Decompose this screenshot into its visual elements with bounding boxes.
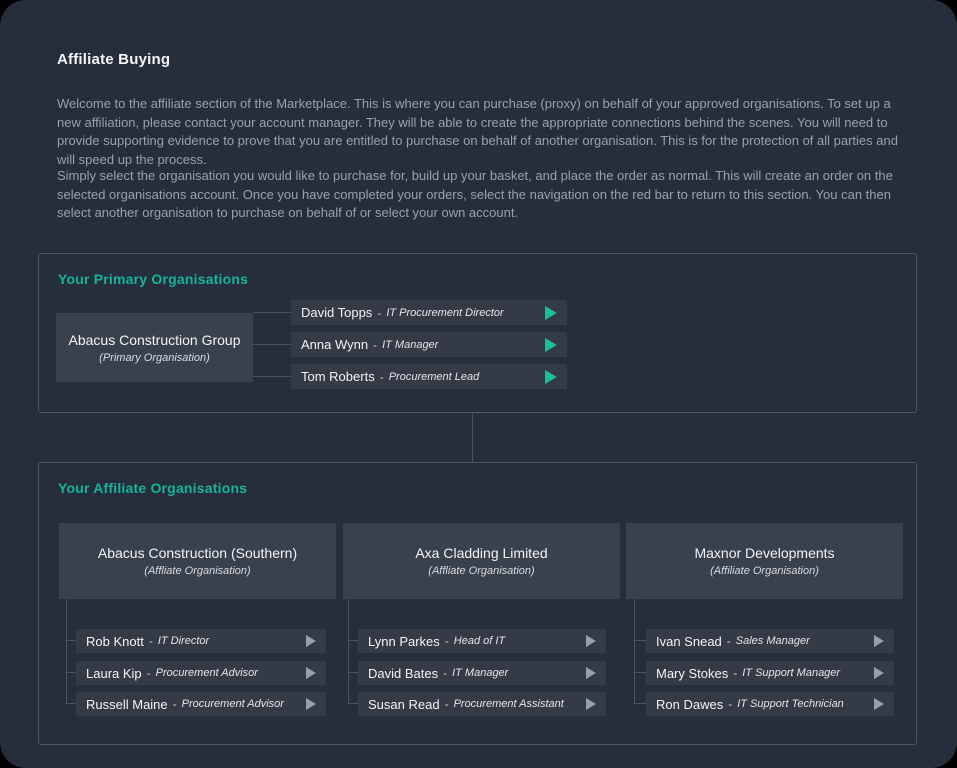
panel-connector-line (472, 412, 473, 462)
person-name: Ivan Snead (656, 634, 722, 649)
person-row[interactable]: Lynn Parkes - Head of IT (358, 629, 606, 653)
page-title: Affiliate Buying (57, 51, 170, 68)
person-separator: - (373, 338, 377, 352)
person-row[interactable]: David Topps - IT Procurement Director (291, 300, 567, 325)
connector-line (634, 672, 646, 673)
person-name: David Bates (368, 666, 438, 681)
person-name: Ron Dawes (656, 697, 723, 712)
connector-line (66, 703, 76, 704)
connector-line (348, 672, 358, 673)
person-role: IT Support Technician (737, 698, 844, 710)
proxy-select-arrow-icon[interactable] (545, 370, 557, 384)
affiliate-organisation-card: Abacus Construction (Southern) (Affliate… (59, 523, 336, 599)
connector-line (634, 640, 646, 641)
organisation-subtitle: (Affliate Organisation) (428, 565, 534, 577)
person-separator: - (380, 370, 384, 384)
person-role: IT Manager (382, 339, 438, 351)
person-name: David Topps (301, 305, 372, 320)
person-role: Procurement Assistant (454, 698, 564, 710)
affiliate-buying-page: Affiliate Buying Welcome to the affiliat… (0, 0, 957, 768)
proxy-select-arrow-icon[interactable] (874, 635, 884, 647)
connector-spine (66, 599, 67, 704)
person-row[interactable]: Susan Read - Procurement Assistant (358, 692, 606, 716)
person-role: Sales Manager (736, 635, 810, 647)
connector-spine (348, 599, 349, 704)
intro-paragraph-1: Welcome to the affiliate section of the … (57, 95, 908, 169)
person-name: Rob Knott (86, 634, 144, 649)
primary-organisation-card: Abacus Construction Group (Primary Organ… (56, 313, 253, 382)
person-row[interactable]: Ron Dawes - IT Support Technician (646, 692, 894, 716)
person-row[interactable]: Rob Knott - IT Director (76, 629, 326, 653)
person-row[interactable]: Tom Roberts - Procurement Lead (291, 364, 567, 389)
connector-line (66, 640, 76, 641)
person-role: Procurement Lead (389, 371, 480, 383)
person-role: IT Manager (452, 667, 508, 679)
person-row[interactable]: David Bates - IT Manager (358, 661, 606, 685)
intro-paragraph-2: Simply select the organisation you would… (57, 167, 908, 223)
person-name: Tom Roberts (301, 369, 375, 384)
person-separator: - (445, 697, 449, 711)
person-separator: - (733, 666, 737, 680)
person-role: IT Support Manager (742, 667, 840, 679)
person-separator: - (147, 666, 151, 680)
connector-line (253, 312, 291, 313)
person-role: Head of IT (454, 635, 505, 647)
primary-organisations-panel: Your Primary Organisations Abacus Constr… (38, 253, 917, 413)
person-row[interactable]: Laura Kip - Procurement Advisor (76, 661, 326, 685)
person-separator: - (173, 697, 177, 711)
organisation-subtitle: (Affiliate Organisation) (710, 565, 819, 577)
proxy-select-arrow-icon[interactable] (545, 306, 557, 320)
person-name: Laura Kip (86, 666, 142, 681)
primary-section-heading: Your Primary Organisations (58, 271, 248, 287)
proxy-select-arrow-icon[interactable] (306, 635, 316, 647)
connector-line (66, 672, 76, 673)
person-separator: - (727, 634, 731, 648)
person-row[interactable]: Mary Stokes - IT Support Manager (646, 661, 894, 685)
person-separator: - (445, 634, 449, 648)
proxy-select-arrow-icon[interactable] (586, 635, 596, 647)
person-separator: - (377, 306, 381, 320)
person-separator: - (149, 634, 153, 648)
person-name: Susan Read (368, 697, 440, 712)
organisation-name: Axa Cladding Limited (415, 545, 547, 561)
connector-line (634, 703, 646, 704)
person-name: Mary Stokes (656, 666, 728, 681)
person-role: Procurement Advisor (182, 698, 284, 710)
affiliate-section-heading: Your Affiliate Organisations (58, 480, 247, 496)
person-row[interactable]: Anna Wynn - IT Manager (291, 332, 567, 357)
person-role: IT Director (158, 635, 209, 647)
proxy-select-arrow-icon[interactable] (306, 698, 316, 710)
connector-line (253, 376, 291, 377)
person-separator: - (728, 697, 732, 711)
connector-line (348, 703, 358, 704)
connector-line (348, 640, 358, 641)
proxy-select-arrow-icon[interactable] (874, 667, 884, 679)
connector-line (253, 344, 291, 345)
proxy-select-arrow-icon[interactable] (306, 667, 316, 679)
organisation-subtitle: (Primary Organisation) (99, 352, 210, 364)
organisation-name: Abacus Construction (Southern) (98, 545, 297, 561)
person-name: Anna Wynn (301, 337, 368, 352)
person-name: Lynn Parkes (368, 634, 440, 649)
proxy-select-arrow-icon[interactable] (545, 338, 557, 352)
person-separator: - (443, 666, 447, 680)
connector-spine (634, 599, 635, 704)
person-row[interactable]: Russell Maine - Procurement Advisor (76, 692, 326, 716)
person-role: Procurement Advisor (156, 667, 258, 679)
affiliate-organisations-panel: Your Affiliate Organisations Abacus Cons… (38, 462, 917, 745)
organisation-name: Abacus Construction Group (69, 332, 241, 348)
proxy-select-arrow-icon[interactable] (874, 698, 884, 710)
organisation-name: Maxnor Developments (694, 545, 834, 561)
affiliate-organisation-card: Axa Cladding Limited (Affliate Organisat… (343, 523, 620, 599)
organisation-subtitle: (Affliate Organisation) (144, 565, 250, 577)
proxy-select-arrow-icon[interactable] (586, 698, 596, 710)
person-row[interactable]: Ivan Snead - Sales Manager (646, 629, 894, 653)
person-name: Russell Maine (86, 697, 168, 712)
affiliate-organisation-card: Maxnor Developments (Affiliate Organisat… (626, 523, 903, 599)
proxy-select-arrow-icon[interactable] (586, 667, 596, 679)
person-role: IT Procurement Director (386, 307, 503, 319)
